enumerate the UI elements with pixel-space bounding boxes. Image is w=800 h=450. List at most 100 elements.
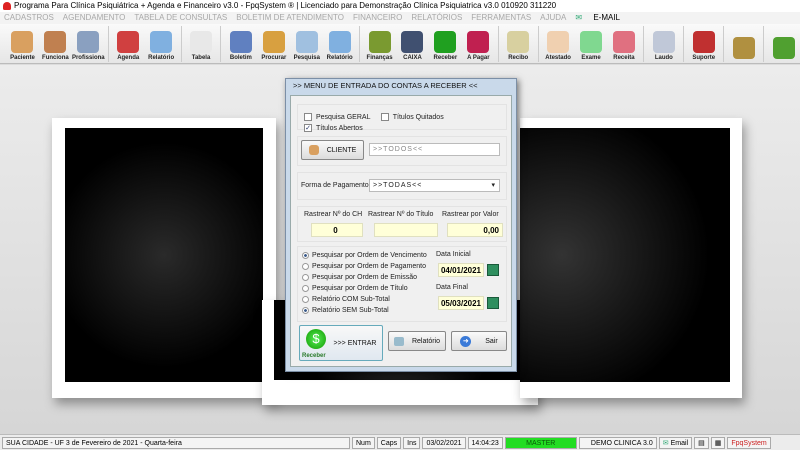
toolbar-separator — [497, 26, 499, 62]
recibo-icon — [507, 31, 530, 53]
profissiona-icon — [77, 31, 100, 53]
menu-item-boletim-de-atendimento[interactable]: BOLETIM DE ATENDIMENTO — [236, 13, 344, 22]
toolbar-button-exame[interactable]: Exame — [575, 24, 608, 64]
radio-option[interactable]: Pesquisar por Ordem de Vencimento — [302, 252, 427, 259]
toolbar-button-paciente[interactable]: Paciente — [6, 24, 39, 64]
email-icon: ✉ — [662, 439, 669, 447]
toolbar-button-apagar[interactable]: A Pagar — [462, 24, 495, 64]
menu-item-tabela-de-consultas[interactable]: TABELA DE CONSULTAS — [134, 13, 227, 22]
data-inicial-label: Data Inicial — [436, 251, 471, 258]
image-frame-left — [52, 118, 276, 398]
toolbar-separator — [643, 26, 645, 62]
forma-pagamento-group: Forma de Pagamento >>TODAS<< ▾ — [297, 172, 507, 200]
chevron-down-icon: ▾ — [491, 182, 496, 189]
rastrear-valor-label: Rastrear por Valor — [442, 211, 499, 218]
receber-icon — [434, 31, 457, 53]
exame-icon — [580, 31, 603, 53]
network-image-left — [65, 128, 263, 382]
data-inicial-input[interactable]: 04/01/2021 — [438, 263, 484, 277]
toolbar-button-profissiona[interactable]: Profissiona — [72, 24, 105, 64]
toolbar-label: Exame — [581, 55, 601, 61]
dialog-title: >> MENU DE ENTRADA DO CONTAS A RECEBER <… — [293, 81, 478, 90]
receita-icon — [612, 31, 635, 53]
tabela-icon — [190, 31, 212, 53]
checkbox-pesquisa-geral[interactable]: Pesquisa GERAL — [304, 113, 370, 121]
toolbar-button-receber[interactable]: Receber — [429, 24, 462, 64]
cliente-input[interactable]: >>TODOS<< — [369, 143, 500, 156]
radio-option[interactable]: Pesquisar por Ordem de Pagamento — [302, 263, 426, 270]
status-brand[interactable]: FpqSystem — [727, 436, 771, 449]
toolbar-separator — [107, 26, 109, 62]
calendar-icon[interactable] — [487, 297, 499, 309]
toolbar-separator — [763, 26, 765, 62]
menu-item-ferramentas[interactable]: FERRAMENTAS — [471, 13, 531, 22]
caixa-icon — [401, 31, 424, 53]
toolbar-button-relatrio[interactable]: Relatório — [323, 24, 356, 64]
toolbar-button-atestado[interactable]: Atestado — [542, 24, 575, 64]
entrar-button[interactable]: $ Receber >>> ENTRAR — [299, 325, 383, 361]
relatorio-button[interactable]: Relatório — [388, 331, 446, 351]
calculator-icon[interactable]: ▦ — [710, 436, 726, 449]
printer-icon[interactable]: ▤ — [694, 436, 709, 449]
rastrear-ch-input[interactable]: 0 — [311, 223, 363, 237]
toolbar-button-tabela[interactable]: Tabela — [185, 24, 218, 64]
toolbar-label: Pesquisa — [293, 55, 320, 61]
menu-bar: CADASTROS AGENDAMENTO TABELA DE CONSULTAS B… — [0, 12, 800, 24]
checkbox-titulos-abertos[interactable]: ✓ Títulos Abertos — [304, 124, 363, 132]
tool-icon — [732, 37, 755, 59]
toolbar-button-laudo[interactable]: Laudo — [647, 24, 680, 64]
status-bar: SUA CIDADE - UF 3 de Fevereiro de 2021 -… — [0, 434, 800, 450]
ordem-group: Data Inicial 04/01/2021 Data Final 05/03… — [297, 246, 507, 322]
relatrio-icon — [328, 31, 351, 53]
toolbar-button-agenda[interactable]: Agenda — [112, 24, 145, 64]
toolbar-separator — [220, 26, 222, 62]
status-email[interactable]: ✉ Email — [658, 436, 693, 449]
toolbar-button-boletim[interactable]: Boletim — [224, 24, 257, 64]
entrar-label: >>> ENTRAR — [333, 339, 377, 347]
menu-item-relat-rios[interactable]: RELATÓRIOS — [411, 13, 462, 22]
email-icon: ✉ — [575, 13, 583, 22]
printer-icon — [393, 336, 404, 346]
apagar-icon — [467, 31, 490, 53]
toolbar-button-caixa[interactable]: CAIXA — [396, 24, 429, 64]
toolbar-button-receita[interactable]: Receita — [607, 24, 640, 64]
relatrio-icon — [150, 31, 173, 53]
paciente-icon — [11, 31, 34, 53]
menu-item-ajuda[interactable]: AJUDA — [540, 13, 566, 22]
sair-button[interactable]: ➜ Sair — [451, 331, 507, 351]
radio-option[interactable]: Pesquisar por Ordem de Emissão — [302, 274, 417, 281]
radio-option[interactable]: Pesquisar por Ordem de Título — [302, 285, 408, 292]
rastrear-titulo-label: Rastrear Nº do Título — [368, 211, 434, 218]
toolbar-button-item31[interactable] — [767, 24, 800, 64]
rastrear-titulo-input[interactable] — [374, 223, 438, 237]
toolbar-button-procurar[interactable]: Procurar — [257, 24, 290, 64]
dollar-icon: $ — [306, 329, 326, 349]
status-database: DEMO CLINICA 3.0 — [578, 436, 657, 449]
toolbar-label: CAIXA — [403, 55, 422, 61]
toolbar-label: Laudo — [654, 55, 673, 61]
toolbar-button-pesquisa[interactable]: Pesquisa — [290, 24, 323, 64]
radio-option[interactable]: Relatório SEM Sub-Total — [302, 307, 389, 314]
status-num: Num — [352, 436, 375, 449]
calendar-icon[interactable] — [487, 264, 499, 276]
rastrear-valor-input[interactable]: 0,00 — [447, 223, 503, 237]
forma-pagamento-select[interactable]: >>TODAS<< ▾ — [369, 179, 500, 192]
toolbar-label: Boletim — [229, 55, 252, 61]
toolbar-label: Procurar — [261, 55, 287, 61]
menu-item-financeiro[interactable]: FINANCEIRO — [353, 13, 402, 22]
network-image-right — [520, 128, 730, 382]
cliente-button[interactable]: CLIENTE — [301, 140, 364, 160]
toolbar-label: A Pagar — [467, 55, 490, 61]
menu-item-cadastros[interactable]: CADASTROS — [4, 13, 54, 22]
data-final-input[interactable]: 05/03/2021 — [438, 296, 484, 310]
toolbar-button-relatrio[interactable]: Relatório — [145, 24, 178, 64]
menu-item-email[interactable]: ✉ E-MAIL — [575, 13, 629, 22]
toolbar-button-finanas[interactable]: Finanças — [363, 24, 396, 64]
toolbar-button-item29[interactable] — [727, 24, 760, 64]
toolbar-button-suporte[interactable]: Suporte — [687, 24, 720, 64]
toolbar-button-funciona[interactable]: Funciona — [39, 24, 72, 64]
radio-option[interactable]: Relatório COM Sub-Total — [302, 296, 390, 303]
toolbar-button-recibo[interactable]: Recibo — [502, 24, 535, 64]
menu-item-agendamento[interactable]: AGENDAMENTO — [63, 13, 126, 22]
checkbox-titulos-quitados[interactable]: Títulos Quitados — [380, 113, 444, 121]
